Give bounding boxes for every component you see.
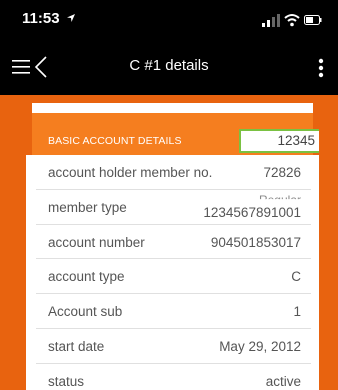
row-account-type: account type C	[36, 259, 311, 295]
row-label: start date	[48, 338, 105, 354]
row-label: member type	[48, 199, 127, 215]
row-label: status	[48, 373, 85, 389]
location-arrow-icon	[66, 14, 75, 22]
row-value: C	[291, 269, 301, 285]
section-title: BASIC ACCOUNT DETAILS	[48, 135, 182, 147]
row-value: active	[265, 373, 301, 389]
hamburger-icon[interactable]	[12, 58, 30, 76]
row-member-type: member type Regular 1234567891001	[36, 190, 311, 225]
row-status: status active	[36, 364, 311, 390]
row-account-sub: Account sub 1	[36, 294, 311, 329]
clock-text: 11:53	[22, 10, 60, 27]
status-bar: 11:53	[0, 0, 338, 40]
row-account-number: account number 904501853017	[36, 225, 311, 260]
row-label: account holder member no.	[48, 165, 213, 180]
row-account-holder-member-no: account holder member no. 72826	[36, 155, 311, 190]
details-list: account holder member no. 72826 member t…	[36, 155, 311, 390]
battery-icon	[304, 15, 322, 25]
signal-icon	[262, 14, 280, 27]
status-time: 11:53	[22, 10, 76, 27]
row-value: 1	[293, 304, 301, 320]
row-value: May 29, 2012	[219, 338, 301, 354]
navigation-bar: C #1 details	[0, 40, 338, 95]
page-title: C #1 details	[129, 57, 209, 74]
chevron-left-icon[interactable]	[34, 56, 48, 78]
row-value: 904501853017	[210, 234, 301, 250]
highlighted-value-box: 12345	[239, 129, 319, 153]
status-icons	[262, 13, 322, 27]
row-start-date: start date May 29, 2012	[36, 329, 311, 364]
row-label: account number	[48, 234, 145, 250]
row-label: Account sub	[48, 304, 123, 320]
account-details-card: BASIC ACCOUNT DETAILS 12345 account hold…	[26, 103, 319, 390]
more-vertical-icon[interactable]	[318, 58, 324, 78]
row-label: account type	[48, 269, 125, 285]
row-value: 1234567891001	[203, 204, 301, 220]
row-value: 72826	[263, 165, 301, 180]
wifi-icon	[284, 14, 300, 27]
